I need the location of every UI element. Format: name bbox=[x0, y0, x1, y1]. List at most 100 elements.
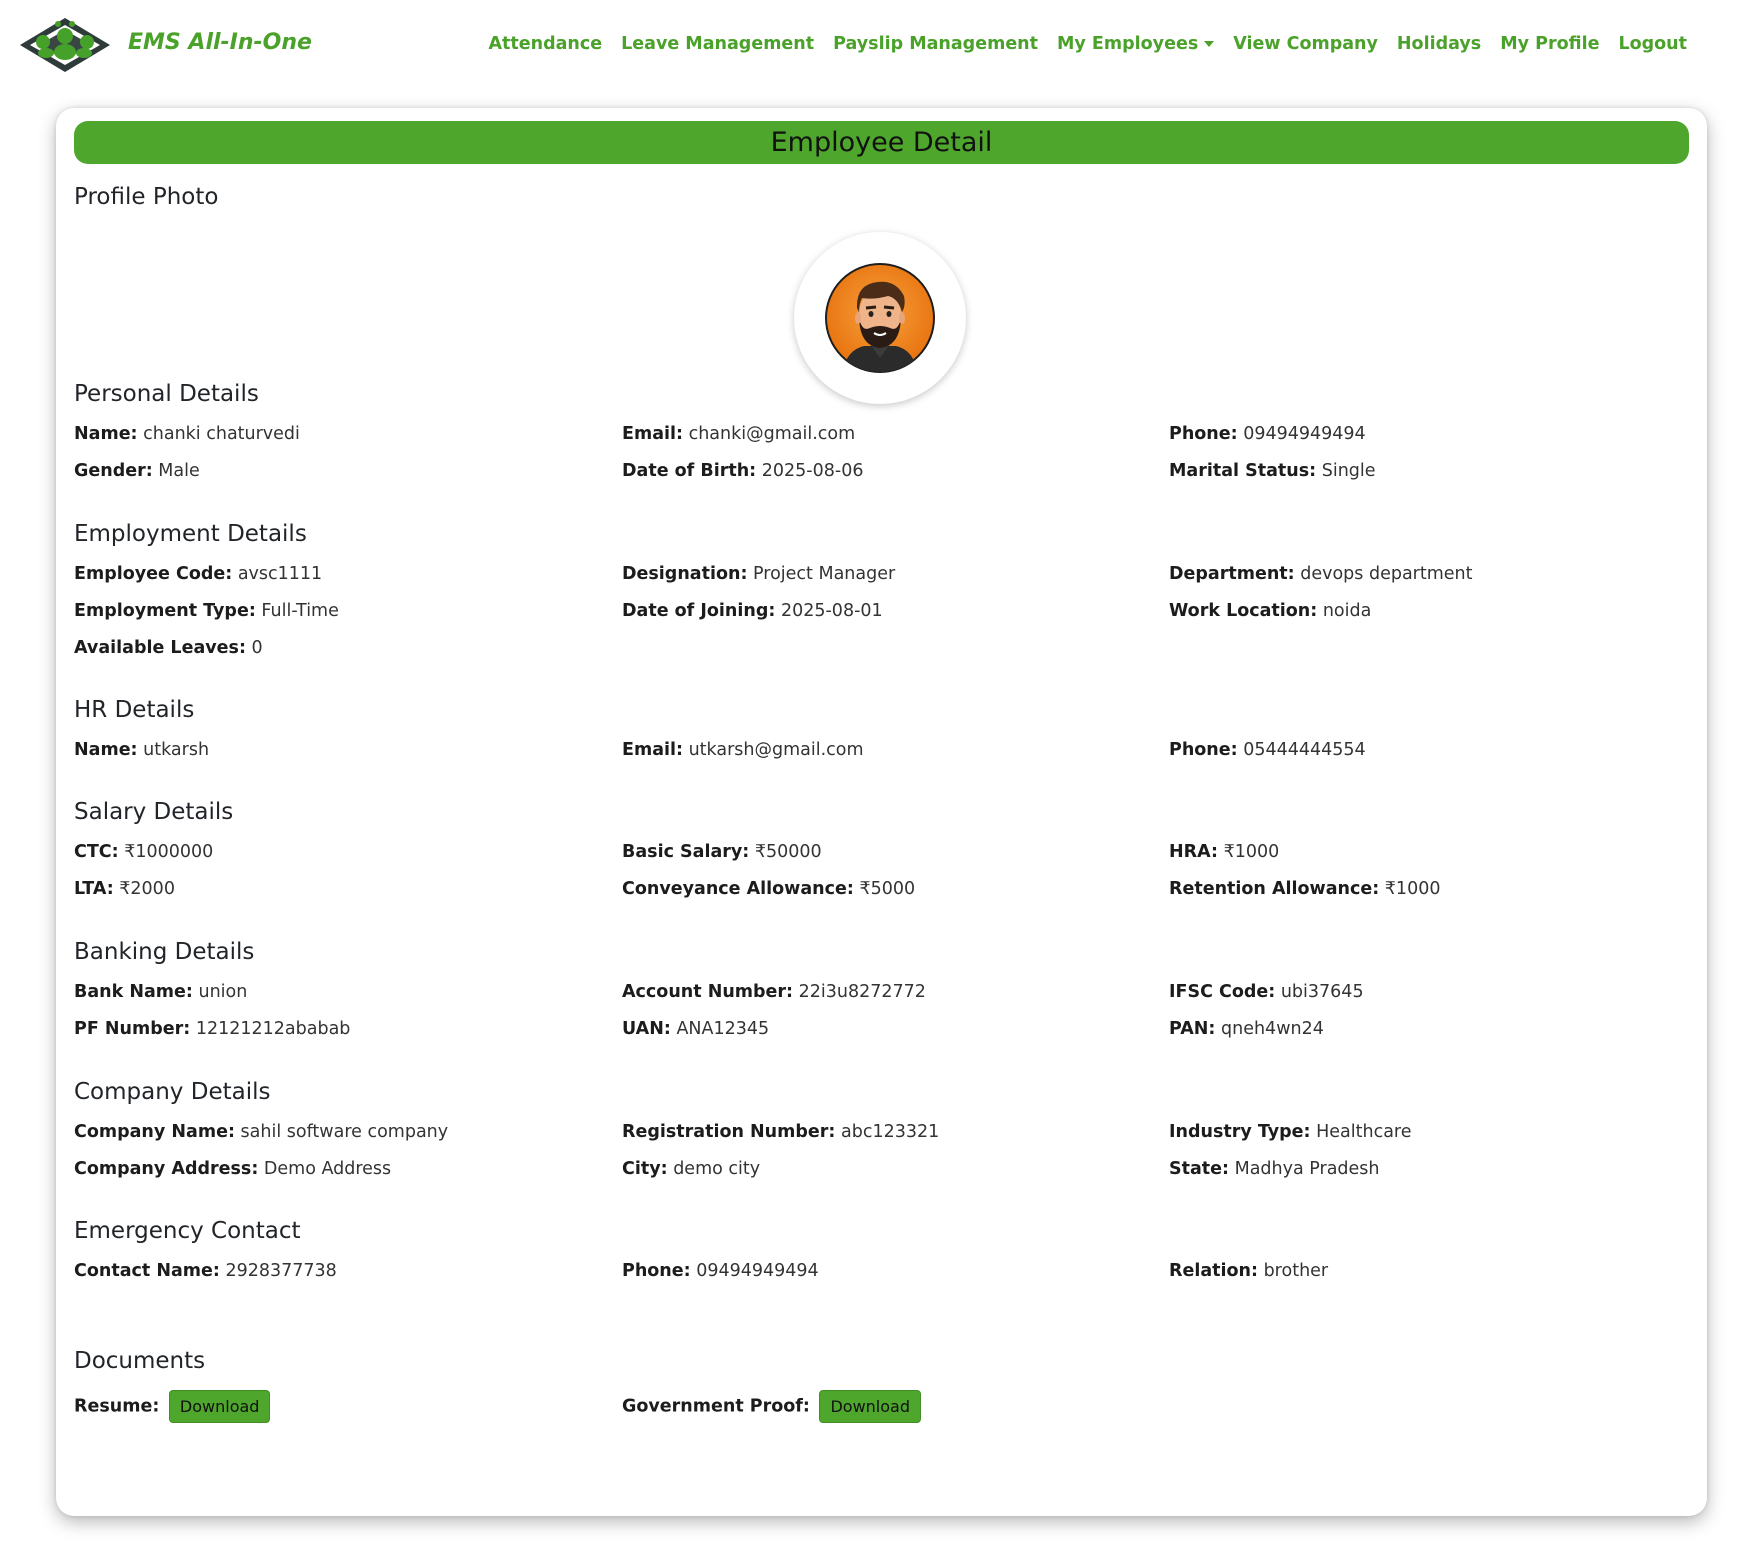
value: Single bbox=[1321, 461, 1376, 481]
label: Available Leaves: bbox=[74, 638, 246, 658]
value: 0 bbox=[251, 638, 263, 658]
conveyance-allowance: Conveyance Allowance: ₹5000 bbox=[622, 879, 915, 899]
label: Government Proof: bbox=[622, 1396, 810, 1417]
personal-marital: Marital Status: Single bbox=[1169, 461, 1376, 481]
value: chanki chaturvedi bbox=[143, 424, 300, 444]
label: Resume: bbox=[74, 1396, 160, 1417]
value: brother bbox=[1263, 1261, 1329, 1281]
account-number: Account Number: 22i3u8272772 bbox=[622, 982, 926, 1002]
government-proof-download-button[interactable]: Download bbox=[819, 1390, 921, 1423]
retention-allowance: Retention Allowance: ₹1000 bbox=[1169, 879, 1440, 899]
label: Email: bbox=[622, 424, 683, 444]
registration-number: Registration Number: abc123321 bbox=[622, 1122, 939, 1142]
value: demo city bbox=[673, 1159, 761, 1179]
ctc: CTC: ₹1000000 bbox=[74, 842, 213, 862]
uan: UAN: ANA12345 bbox=[622, 1019, 769, 1039]
industry-type: Industry Type: Healthcare bbox=[1169, 1122, 1412, 1142]
label: Basic Salary: bbox=[622, 842, 750, 862]
nav-view-company[interactable]: View Company bbox=[1233, 34, 1378, 54]
emergency-contact-name: Contact Name: 2928377738 bbox=[74, 1261, 337, 1281]
label: Contact Name: bbox=[74, 1261, 220, 1281]
company-name: Company Name: sahil software company bbox=[74, 1122, 448, 1142]
ifsc-code: IFSC Code: ubi37645 bbox=[1169, 982, 1364, 1002]
label: Employee Code: bbox=[74, 564, 233, 584]
company-city: City: demo city bbox=[622, 1159, 760, 1179]
employment-type: Employment Type: Full-Time bbox=[74, 601, 339, 621]
label: Company Name: bbox=[74, 1122, 235, 1142]
nav-my-profile[interactable]: My Profile bbox=[1500, 34, 1599, 54]
brand-name[interactable]: EMS All-In-One bbox=[128, 30, 312, 55]
value: utkarsh@gmail.com bbox=[688, 740, 864, 760]
nav-holidays[interactable]: Holidays bbox=[1397, 34, 1481, 54]
label: Phone: bbox=[622, 1261, 691, 1281]
company-row-1: Company Name: sahil software company Reg… bbox=[74, 1122, 1689, 1150]
banking-row-2: PF Number: 12121212ababab UAN: ANA12345 … bbox=[74, 1019, 1689, 1047]
value: Demo Address bbox=[263, 1159, 392, 1179]
man-avatar-icon bbox=[825, 263, 935, 373]
label: Conveyance Allowance: bbox=[622, 879, 854, 899]
nav-leave-management[interactable]: Leave Management bbox=[621, 34, 814, 54]
label: Employment Type: bbox=[74, 601, 256, 621]
employee-detail-card: Employee Detail Profile Photo Personal D… bbox=[56, 108, 1707, 1516]
hra: HRA: ₹1000 bbox=[1169, 842, 1279, 862]
value: Project Manager bbox=[753, 564, 896, 584]
page-title: Employee Detail bbox=[74, 121, 1689, 164]
hr-phone: Phone: 05444444554 bbox=[1169, 740, 1366, 760]
salary-details-title: Salary Details bbox=[74, 799, 234, 825]
nav-payslip-management[interactable]: Payslip Management bbox=[833, 34, 1038, 54]
personal-email: Email: chanki@gmail.com bbox=[622, 424, 855, 444]
label: Email: bbox=[622, 740, 683, 760]
navbar: EMS All-In-One Attendance Leave Manageme… bbox=[0, 0, 1755, 92]
value: noida bbox=[1322, 601, 1372, 621]
company-address: Company Address: Demo Address bbox=[74, 1159, 391, 1179]
value: union bbox=[198, 982, 248, 1002]
personal-dob: Date of Birth: 2025-08-06 bbox=[622, 461, 863, 481]
value: 09494949494 bbox=[696, 1261, 819, 1281]
value: avsc1111 bbox=[237, 564, 323, 584]
label: State: bbox=[1169, 1159, 1230, 1179]
nav-attendance[interactable]: Attendance bbox=[488, 34, 602, 54]
resume-download-button[interactable]: Download bbox=[168, 1390, 271, 1423]
label: City: bbox=[622, 1159, 668, 1179]
bank-name: Bank Name: union bbox=[74, 982, 247, 1002]
avatar bbox=[794, 232, 966, 404]
employment-row-1: Employee Code: avsc1111 Designation: Pro… bbox=[74, 564, 1689, 592]
label: Name: bbox=[74, 740, 138, 760]
department: Department: devops department bbox=[1169, 564, 1473, 584]
pf-number: PF Number: 12121212ababab bbox=[74, 1019, 350, 1039]
documents-row: Resume: Download Government Proof: Downl… bbox=[74, 1390, 1689, 1428]
label: Designation: bbox=[622, 564, 748, 584]
employment-row-2: Employment Type: Full-Time Date of Joini… bbox=[74, 601, 1689, 629]
label: Date of Birth: bbox=[622, 461, 757, 481]
label: Work Location: bbox=[1169, 601, 1318, 621]
value: ₹5000 bbox=[859, 879, 916, 899]
work-location: Work Location: noida bbox=[1169, 601, 1371, 621]
hr-details-title: HR Details bbox=[74, 697, 195, 723]
value: 22i3u8272772 bbox=[798, 982, 926, 1002]
label: Retention Allowance: bbox=[1169, 879, 1380, 899]
government-proof-field: Government Proof: Download bbox=[622, 1390, 921, 1423]
label: Gender: bbox=[74, 461, 153, 481]
company-state: State: Madhya Pradesh bbox=[1169, 1159, 1380, 1179]
documents-title: Documents bbox=[74, 1348, 206, 1374]
value: 09494949494 bbox=[1243, 424, 1366, 444]
logo-icon[interactable] bbox=[18, 16, 112, 74]
label: Name: bbox=[74, 424, 138, 444]
nav-my-employees[interactable]: My Employees bbox=[1057, 34, 1215, 54]
personal-details-title: Personal Details bbox=[74, 381, 259, 407]
nav-links: Attendance Leave Management Payslip Mana… bbox=[488, 34, 1687, 54]
label: Registration Number: bbox=[622, 1122, 836, 1142]
value: ₹1000 bbox=[1223, 842, 1280, 862]
hr-name: Name: utkarsh bbox=[74, 740, 209, 760]
lta: LTA: ₹2000 bbox=[74, 879, 175, 899]
value: ₹1000000 bbox=[124, 842, 214, 862]
emergency-phone: Phone: 09494949494 bbox=[622, 1261, 819, 1281]
emergency-relation: Relation: brother bbox=[1169, 1261, 1328, 1281]
value: 2025-08-06 bbox=[761, 461, 864, 481]
value: devops department bbox=[1300, 564, 1473, 584]
value: chanki@gmail.com bbox=[688, 424, 856, 444]
value: ₹50000 bbox=[754, 842, 822, 862]
emergency-contact-title: Emergency Contact bbox=[74, 1218, 301, 1244]
nav-logout[interactable]: Logout bbox=[1618, 34, 1687, 54]
value: ₹1000 bbox=[1384, 879, 1441, 899]
